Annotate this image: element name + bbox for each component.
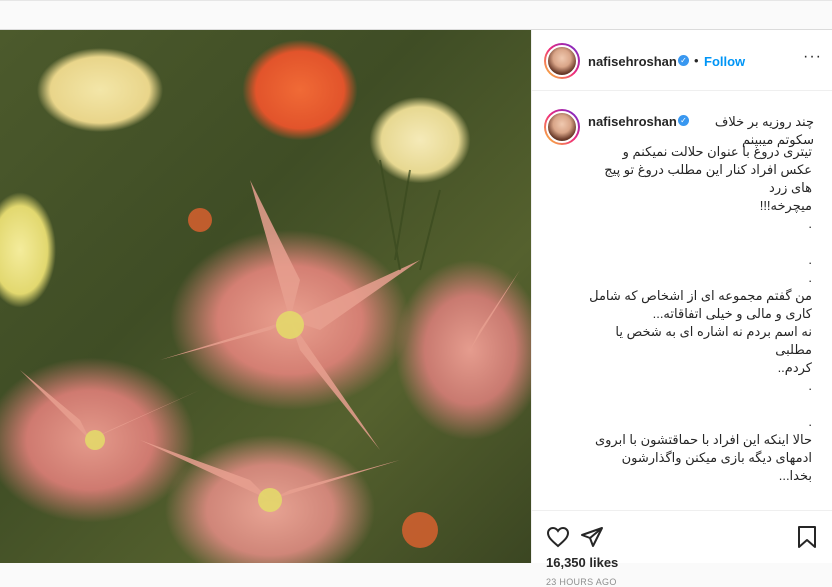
caption-text: تیتری دروغ با عنوان حلالت نمیکنم و عکس ا… [589, 144, 812, 483]
caption-avatar[interactable] [544, 109, 580, 145]
more-options-icon[interactable]: ··· [803, 48, 822, 66]
bookmark-icon[interactable] [796, 525, 818, 554]
post-card: nafisehroshan ✓ • Follow ··· nafisehrosh… [0, 29, 832, 587]
follow-button[interactable]: Follow [704, 54, 745, 69]
likes-count[interactable]: 16,350 likes [546, 555, 618, 570]
caption-username-link[interactable]: nafisehroshan [588, 114, 677, 129]
post-side-panel: nafisehroshan ✓ • Follow ··· nafisehrosh… [532, 30, 832, 587]
separator-dot: • [694, 53, 699, 68]
post-actions: 16,350 likes 23 HOURS AGO [532, 510, 832, 587]
post-timestamp[interactable]: 23 HOURS AGO [546, 577, 617, 587]
verified-badge-icon: ✓ [678, 55, 689, 66]
send-icon[interactable] [580, 525, 604, 554]
post-header: nafisehroshan ✓ • Follow ··· [532, 30, 832, 91]
verified-badge-icon: ✓ [678, 115, 689, 126]
avatar[interactable] [544, 43, 580, 79]
caption-area: nafisehroshan ✓ چند روزیه بر خلاف سکوتم … [532, 91, 832, 511]
username-link[interactable]: nafisehroshan [588, 54, 677, 69]
post-photo[interactable] [0, 30, 531, 563]
top-border [0, 0, 832, 1]
flower-bouquet-illustration [20, 159, 520, 548]
heart-icon[interactable] [546, 525, 570, 554]
